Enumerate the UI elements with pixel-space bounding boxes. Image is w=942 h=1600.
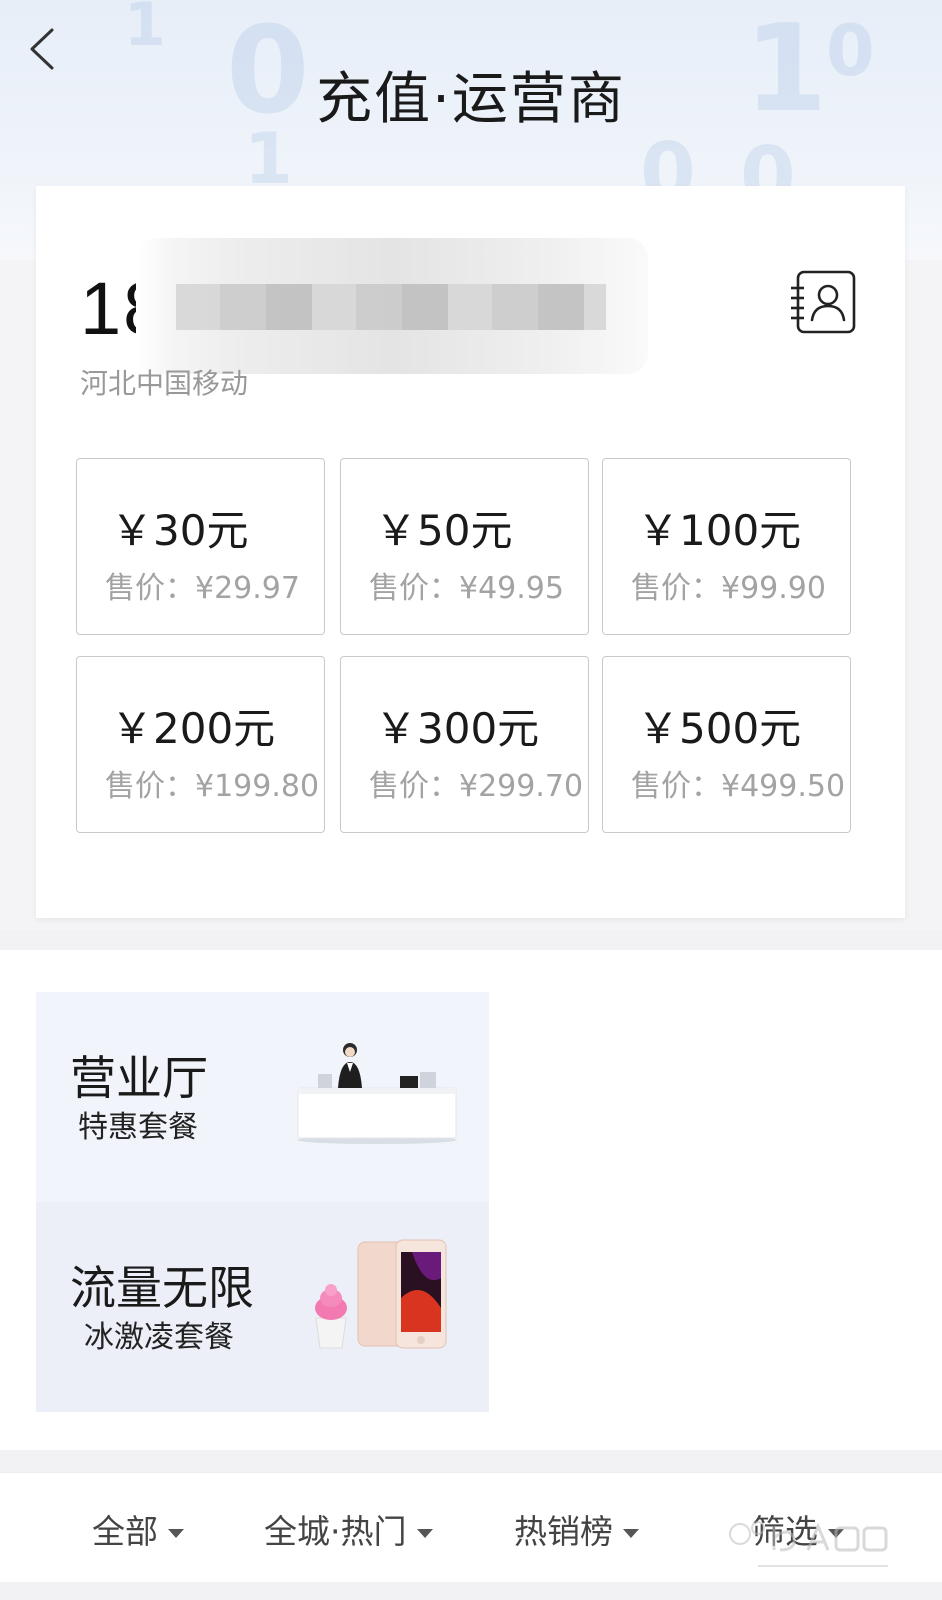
- filter-label: 全城·热门: [264, 1512, 407, 1551]
- amount-price: 售价：¥299.70: [369, 769, 584, 804]
- filter-best-sellers[interactable]: 热销榜: [514, 1505, 639, 1553]
- amount-face: ￥30元: [111, 506, 249, 555]
- amount-price: 售价：¥199.80: [105, 769, 320, 804]
- promo-title: 营业厅: [70, 1051, 208, 1105]
- amount-face: ￥100元: [637, 506, 802, 555]
- amount-face: ￥200元: [111, 704, 276, 753]
- amount-option-30[interactable]: ￥30元 售价：¥29.97: [76, 458, 325, 635]
- contacts-button[interactable]: [790, 270, 858, 336]
- decor-digit: 1: [124, 0, 166, 60]
- promo-title: 流量无限: [70, 1261, 254, 1315]
- filter-label: 热销榜: [514, 1512, 613, 1551]
- page-title: 充值·运营商: [316, 67, 626, 132]
- recharge-card: 18 河北中国移动 ￥30元 售价：¥29.97 ￥50元 售价：¥49.95 …: [36, 186, 905, 918]
- caret-down-icon: [623, 1529, 639, 1538]
- promo-subtitle: 冰激凌套餐: [84, 1320, 234, 1355]
- amount-price: 售价：¥499.50: [631, 769, 846, 804]
- promo-subtitle: 特惠套餐: [78, 1110, 198, 1145]
- phone-number-redaction: [136, 238, 648, 374]
- caret-down-icon: [416, 1529, 433, 1538]
- amount-option-300[interactable]: ￥300元 售价：¥299.70: [340, 656, 589, 833]
- bottom-strip: [0, 1582, 942, 1600]
- amount-face: ￥500元: [637, 704, 802, 753]
- amount-price: 售价：¥49.95: [369, 571, 564, 606]
- carrier-label: 河北中国移动: [80, 367, 249, 400]
- amount-option-200[interactable]: ￥200元 售价：¥199.80: [76, 656, 325, 833]
- amount-price: 售价：¥99.90: [631, 571, 826, 606]
- caret-down-icon: [168, 1529, 184, 1538]
- service-desk-image: [297, 1043, 457, 1144]
- amount-face: ￥50元: [375, 506, 513, 555]
- contacts-book-icon: [791, 270, 856, 334]
- watermark-logo: [729, 1521, 888, 1567]
- amount-face: ￥300元: [375, 704, 540, 753]
- promo-card-business-hall[interactable]: 营业厅 特惠套餐: [36, 992, 489, 1202]
- filter-all[interactable]: 全部: [92, 1505, 184, 1553]
- promo-card-unlimited-data[interactable]: 流量无限 冰激凌套餐: [36, 1202, 489, 1412]
- phone-icecream-image: [315, 1239, 447, 1349]
- amount-price: 售价：¥29.97: [105, 571, 300, 606]
- filter-city-hot[interactable]: 全城·热门: [264, 1505, 433, 1553]
- amount-option-500[interactable]: ￥500元 售价：¥499.50: [602, 656, 851, 833]
- amount-option-50[interactable]: ￥50元 售价：¥49.95: [340, 458, 589, 635]
- amount-option-100[interactable]: ￥100元 售价：¥99.90: [602, 458, 851, 635]
- section-divider: [0, 1450, 942, 1472]
- section-divider: [0, 930, 942, 950]
- filter-label: 全部: [92, 1512, 158, 1551]
